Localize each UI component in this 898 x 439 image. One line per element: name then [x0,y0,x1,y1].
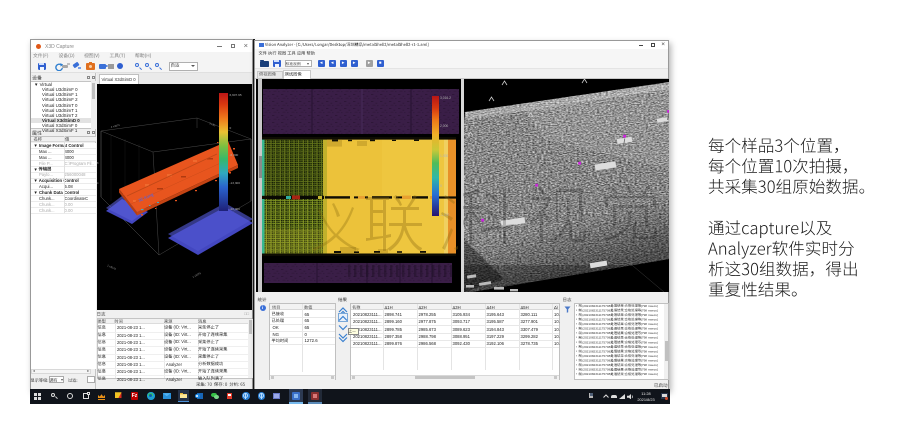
svg-text:4: 4 [97,181,99,185]
svg-text:1 x3075: 1 x3075 [192,271,203,279]
svg-text:3,016.2: 3,016.2 [440,96,451,100]
svg-text:6,607.95: 6,607.95 [230,93,242,97]
svg-text:-13,300: -13,300 [230,181,241,185]
svg-text:1 x3075: 1 x3075 [107,263,118,271]
svg-text:3 x30: 3 x30 [209,121,217,127]
svg-text:2,000: 2,000 [440,124,448,128]
svg-text:-6,300: -6,300 [230,153,239,157]
svg-text:0: 0 [440,184,442,188]
svg-text:0: 0 [230,126,232,130]
svg-text:1,000: 1,000 [440,154,448,158]
svg-text:-1,000: -1,000 [440,213,450,217]
svg-text:-20,300: -20,300 [230,207,241,211]
svg-text:4 x3075: 4 x3075 [110,123,120,129]
svg-text:8: 8 [97,161,99,165]
